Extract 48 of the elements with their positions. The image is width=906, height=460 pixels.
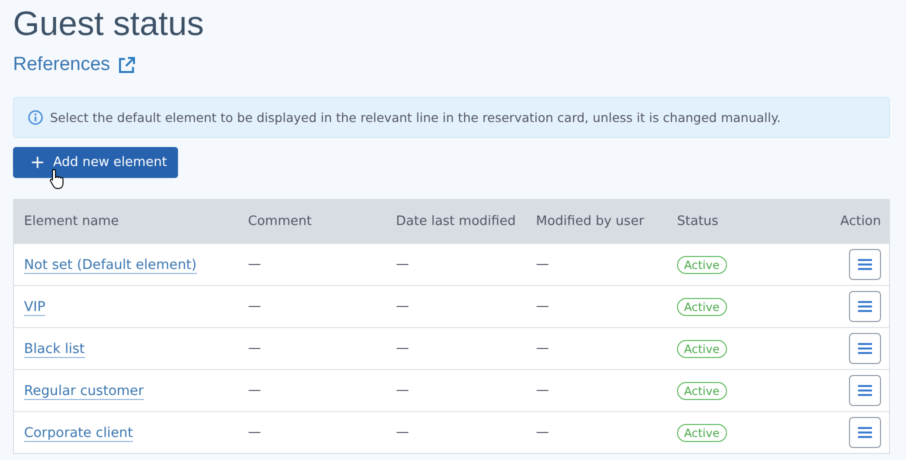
action-menu-button[interactable] xyxy=(849,417,881,448)
column-header: Action xyxy=(839,214,882,229)
table-cell: — xyxy=(396,425,409,440)
menu-icon xyxy=(858,343,872,354)
element-name-link[interactable]: Not set (Default element) xyxy=(24,256,197,274)
add-element-button[interactable]: + Add new element xyxy=(13,147,178,178)
info-text: Select the default element to be displayed in the relevant line in the reservation card, unless it is changed manually. xyxy=(50,110,781,125)
column-header: Element name xyxy=(23,214,120,229)
action-menu-button[interactable] xyxy=(849,291,881,322)
status-badge: Active xyxy=(677,256,727,274)
column-header: Date last modified xyxy=(396,214,517,229)
menu-icon xyxy=(858,301,872,312)
element-name-link[interactable]: Black list xyxy=(24,340,85,358)
references-link[interactable]: References xyxy=(13,54,110,76)
column-header: Status xyxy=(677,214,720,229)
table-cell: — xyxy=(536,257,549,272)
status-badge: Active xyxy=(677,298,727,316)
action-menu-button[interactable] xyxy=(849,249,881,280)
action-menu-button[interactable] xyxy=(849,375,881,406)
table-cell: — xyxy=(396,341,409,356)
table-cell: — xyxy=(248,257,261,272)
menu-icon xyxy=(858,427,872,438)
external-link-icon[interactable] xyxy=(118,56,136,74)
table-cell: — xyxy=(536,341,549,356)
column-header: Comment xyxy=(248,214,313,229)
element-name-link[interactable]: Regular customer xyxy=(24,382,144,400)
hand-cursor-icon xyxy=(49,168,65,190)
menu-icon xyxy=(858,385,872,396)
page-title: Guest status xyxy=(13,4,205,44)
table-cell: — xyxy=(248,383,261,398)
element-name-link[interactable]: Corporate client xyxy=(24,424,133,442)
table-cell: — xyxy=(536,299,549,314)
menu-icon xyxy=(858,259,872,270)
info-icon xyxy=(28,110,43,125)
status-badge: Active xyxy=(677,382,727,400)
status-badge: Active xyxy=(677,340,727,358)
table-cell: — xyxy=(536,383,549,398)
table-cell: — xyxy=(396,257,409,272)
action-menu-button[interactable] xyxy=(849,333,881,364)
table-cell: — xyxy=(248,341,261,356)
table-cell: — xyxy=(536,425,549,440)
table-cell: — xyxy=(248,299,261,314)
table-cell: — xyxy=(396,383,409,398)
table-cell: — xyxy=(396,299,409,314)
element-name-link[interactable]: VIP xyxy=(24,298,46,316)
table-cell: — xyxy=(248,425,261,440)
column-header: Modified by user xyxy=(536,214,646,229)
status-badge: Active xyxy=(677,424,727,442)
